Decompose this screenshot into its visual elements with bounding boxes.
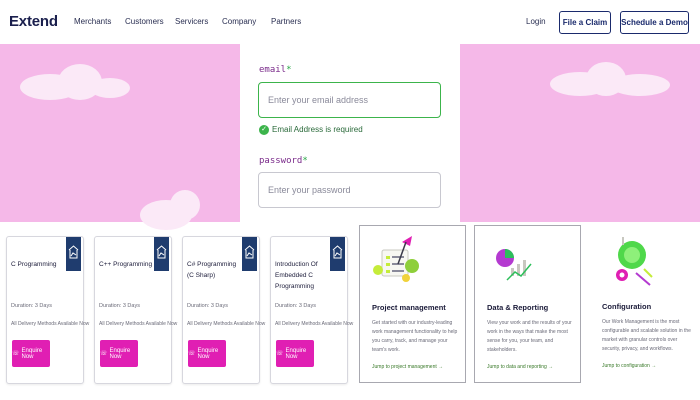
course-delivery-methods: All Delivery Methods Available Now [11,321,90,327]
email-placeholder: Enter your email address [268,95,369,105]
cloud-shape [90,78,130,98]
course-duration: Duration: 3 Days [11,303,52,309]
email-label-text: email [259,65,287,75]
enquire-now-button[interactable]: ☏ Enquire Now [276,340,314,367]
phone-icon: ☏ [100,351,108,357]
enquire-label: Enquire Now [21,347,43,360]
phone-icon: ☏ [12,351,20,357]
email-label: email* [259,65,292,75]
configuration-gear-icon [616,237,653,286]
enquire-label: Enquire Now [109,347,131,360]
course-delivery-methods: All Delivery Methods Available Now [275,321,354,327]
schedule-demo-button[interactable]: Schedule a Demo [620,11,689,34]
file-claim-button[interactable]: File a Claim [559,11,611,34]
course-title: C# Programming (C Sharp) [187,261,237,279]
login-link[interactable]: Login [526,17,546,26]
extend-logo[interactable]: Extend [9,13,58,30]
password-label: password* [259,156,308,166]
feature-description: View your work and the results of your w… [487,320,572,353]
enquire-now-button[interactable]: ☏ Enquire Now [100,340,138,367]
feature-title: Project management [372,303,446,312]
course-card: Introduction Of Embedded C Programming D… [270,236,353,384]
course-duration: Duration: 3 Days [187,303,228,309]
hero-left-background [0,44,240,230]
feature-description: Get started with our industry-leading wo… [372,320,458,353]
course-card: C Programming Duration: 3 Days All Deliv… [6,236,89,384]
cloud-shape [610,74,670,96]
nav-servicers[interactable]: Servicers [175,17,208,26]
feature-link[interactable]: Jump to configuration → [602,363,656,369]
feature-card-data-reporting: Data & Reporting View your work and the … [474,225,581,383]
feature-description: Our Work Management is the most configur… [602,319,691,352]
course-title: Introduction Of Embedded C Programming [275,261,318,290]
course-title: C Programming [11,261,57,268]
feature-title: Configuration [602,302,652,311]
check-circle-icon: ✓ [259,125,269,135]
course-delivery-methods: All Delivery Methods Available Now [187,321,266,327]
email-input[interactable]: Enter your email address [258,82,441,118]
phone-icon: ☏ [276,351,284,357]
feature-link[interactable]: Jump to project management → [372,364,443,370]
course-badge [66,237,81,271]
nav-company[interactable]: Company [222,17,256,26]
top-navigation-bar: Extend Merchants Customers Servicers Com… [0,0,700,44]
course-card: C++ Programming Duration: 3 Days All Del… [94,236,177,384]
course-icon [68,245,79,259]
course-duration: Duration: 3 Days [275,303,316,309]
course-icon [244,245,255,259]
phone-icon: ☏ [188,351,196,357]
course-icon [332,245,343,259]
email-hint: Email Address is required [272,125,363,134]
password-label-text: password [259,156,303,166]
nav-partners[interactable]: Partners [271,17,301,26]
enquire-now-button[interactable]: ☏ Enquire Now [12,340,50,367]
course-badge [154,237,169,271]
course-badge [330,237,345,271]
hero-right-background [460,44,700,222]
nav-merchants[interactable]: Merchants [74,17,111,26]
required-mark: * [302,156,308,166]
course-delivery-methods: All Delivery Methods Available Now [99,321,178,327]
enquire-label: Enquire Now [285,347,307,360]
password-input[interactable]: Enter your password [258,172,441,208]
feature-card-project-management: Project management Get started with our … [359,225,466,383]
cloud-shape [170,190,200,220]
data-reporting-chart-icon [496,249,532,281]
feature-title: Data & Reporting [487,303,549,312]
course-title: C++ Programming [99,261,153,268]
course-duration: Duration: 3 Days [99,303,140,309]
required-mark: * [286,65,292,75]
course-card: C# Programming (C Sharp) Duration: 3 Day… [182,236,265,384]
enquire-label: Enquire Now [197,347,219,360]
feature-link[interactable]: Jump to data and reporting → [487,364,553,370]
enquire-now-button[interactable]: ☏ Enquire Now [188,340,226,367]
course-badge [242,237,257,271]
nav-customers[interactable]: Customers [125,17,164,26]
project-management-illustration-icon [373,236,419,282]
password-placeholder: Enter your password [268,185,351,195]
feature-card-configuration: Configuration Our Work Management is the… [590,225,697,383]
course-icon [156,245,167,259]
